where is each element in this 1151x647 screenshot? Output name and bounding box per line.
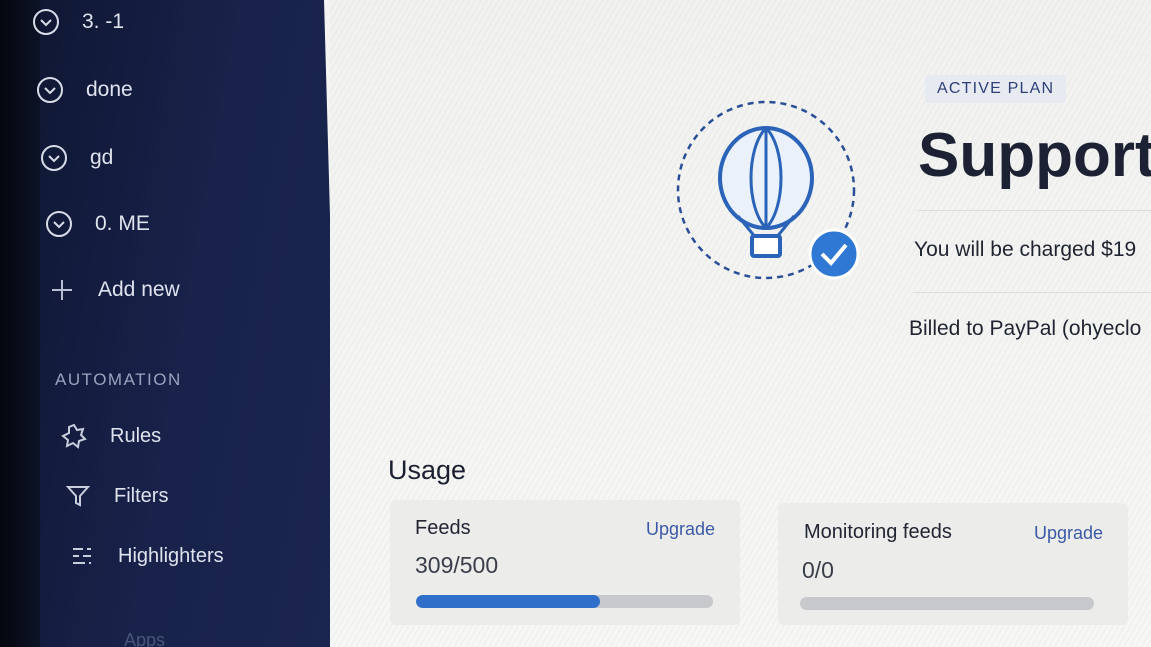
chevron-down-circle-icon <box>45 210 73 238</box>
sidebar-item-label: Highlighters <box>118 544 224 567</box>
divider <box>914 292 1151 293</box>
automation-section-label: AUTOMATION <box>55 370 182 389</box>
monitoring-feeds-progress-bar <box>800 597 1094 610</box>
monitoring-feeds-count: 0/0 <box>802 557 834 583</box>
feeds-progress-fill <box>416 595 600 608</box>
sidebar-item-label: gd <box>90 146 114 169</box>
add-new-label: Add new <box>98 278 180 301</box>
sidebar-item-filters[interactable]: Filters <box>64 482 168 510</box>
feeds-usage-card: Feeds Upgrade 309/500 <box>390 500 740 625</box>
sidebar-item-label: Filters <box>114 484 169 507</box>
sidebar-item-rules[interactable]: Rules <box>60 422 161 450</box>
sidebar-item-label: done <box>86 78 133 101</box>
chevron-down-circle-icon <box>32 8 60 36</box>
feeds-upgrade-link[interactable]: Upgrade <box>646 519 715 540</box>
chevron-down-circle-icon <box>40 144 68 172</box>
divider <box>918 210 1151 211</box>
highlighter-icon <box>68 542 96 570</box>
sidebar-item-apps[interactable]: Apps <box>124 630 165 647</box>
monitoring-feeds-label: Monitoring feeds <box>804 521 952 543</box>
sidebar-item-gd[interactable]: gd <box>40 144 113 172</box>
sidebar: 3. -1 done gd 0. ME Add new AUTOMATION R… <box>0 0 330 647</box>
hot-air-balloon-illustration <box>668 98 868 288</box>
active-plan-badge: ACTIVE PLAN <box>925 75 1067 103</box>
filter-icon <box>64 482 92 510</box>
feeds-progress-bar <box>416 595 713 608</box>
rules-gear-icon <box>60 422 88 450</box>
screen-bezel <box>0 0 40 647</box>
plan-title: Support <box>918 121 1151 190</box>
sidebar-item-3-1[interactable]: 3. -1 <box>32 8 124 36</box>
sidebar-item-highlighters[interactable]: Highlighters <box>68 542 224 570</box>
billed-text: Billed to PayPal (ohyeclo <box>909 317 1142 340</box>
monitoring-feeds-upgrade-link[interactable]: Upgrade <box>1034 523 1103 544</box>
plus-icon <box>48 276 76 304</box>
sidebar-item-0-me[interactable]: 0. ME <box>45 210 150 238</box>
sidebar-item-label: Rules <box>110 424 162 447</box>
sidebar-item-label: 0. ME <box>95 212 150 235</box>
usage-title: Usage <box>388 455 467 485</box>
add-new-button[interactable]: Add new <box>48 276 180 304</box>
chevron-down-circle-icon <box>36 76 64 104</box>
sidebar-item-label: 3. -1 <box>82 10 125 33</box>
sidebar-item-done[interactable]: done <box>36 76 133 104</box>
charge-text: You will be charged $19 <box>914 238 1137 261</box>
feeds-count: 309/500 <box>415 552 499 578</box>
monitoring-feeds-usage-card: Monitoring feeds Upgrade 0/0 <box>778 503 1128 625</box>
feeds-label: Feeds <box>415 517 471 539</box>
